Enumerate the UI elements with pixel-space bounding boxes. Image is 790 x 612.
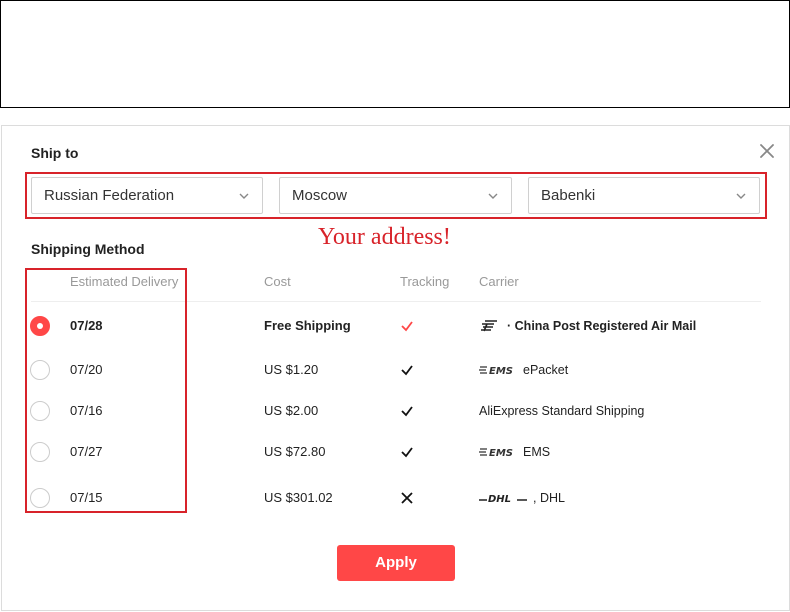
chevron-down-icon — [736, 193, 746, 199]
shipping-cost: US $72.80 — [264, 444, 326, 459]
chevron-down-icon — [239, 193, 249, 199]
carrier-cell: DHL , DHL — [479, 489, 565, 507]
column-header-cost: Cost — [264, 274, 291, 289]
chevron-down-icon — [488, 193, 498, 199]
carrier-name: China Post Registered Air Mail — [514, 319, 697, 333]
carrier-name: AliExpress Standard Shipping — [479, 404, 645, 418]
shipping-dialog: Ship to Russian Federation Moscow Babenk… — [1, 125, 790, 611]
city-value: Babenki — [541, 187, 596, 204]
carrier-name: EMS — [523, 445, 551, 459]
close-icon[interactable] — [758, 142, 776, 160]
carrier-cell: AliExpress Standard Shipping — [479, 402, 644, 420]
delivery-highlight-box — [25, 268, 187, 513]
ems-logo-icon: EMS — [479, 448, 513, 458]
dhl-logo-icon: DHL — [479, 494, 527, 504]
check-icon — [401, 406, 413, 417]
china-post-logo-icon — [481, 320, 497, 332]
shipping-method-title: Shipping Method — [31, 241, 145, 257]
shipping-cost: US $301.02 — [264, 490, 333, 505]
carrier-prefix: · — [507, 319, 512, 333]
ship-to-title: Ship to — [31, 145, 79, 161]
blank-top-panel — [0, 0, 790, 108]
country-value: Russian Federation — [44, 187, 175, 204]
shipping-cost: US $1.20 — [264, 362, 319, 377]
cross-icon — [401, 492, 413, 504]
check-icon — [401, 365, 413, 376]
svg-text:EMS: EMS — [489, 366, 513, 376]
column-header-carrier: Carrier — [479, 274, 519, 289]
country-select[interactable]: Russian Federation — [31, 177, 263, 214]
shipping-cost: US $2.00 — [264, 403, 319, 418]
svg-text:DHL: DHL — [488, 494, 511, 504]
carrier-name: ePacket — [523, 363, 569, 377]
carrier-cell: · China Post Registered Air Mail — [479, 317, 696, 335]
region-select[interactable]: Moscow — [279, 177, 512, 214]
carrier-name: DHL — [539, 491, 565, 505]
shipping-cost: Free Shipping — [264, 318, 351, 333]
check-icon — [401, 321, 413, 332]
address-annotation: Your address! — [318, 224, 451, 250]
apply-button[interactable]: Apply — [337, 545, 455, 581]
region-value: Moscow — [292, 187, 348, 204]
ems-logo-icon: EMS — [479, 366, 513, 376]
check-icon — [401, 447, 413, 458]
city-select[interactable]: Babenki — [528, 177, 760, 214]
svg-text:EMS: EMS — [489, 448, 513, 458]
carrier-prefix: , — [533, 491, 537, 505]
column-header-tracking: Tracking — [400, 274, 450, 289]
carrier-cell: EMS EMS — [479, 443, 550, 461]
carrier-cell: EMS ePacket — [479, 361, 568, 379]
